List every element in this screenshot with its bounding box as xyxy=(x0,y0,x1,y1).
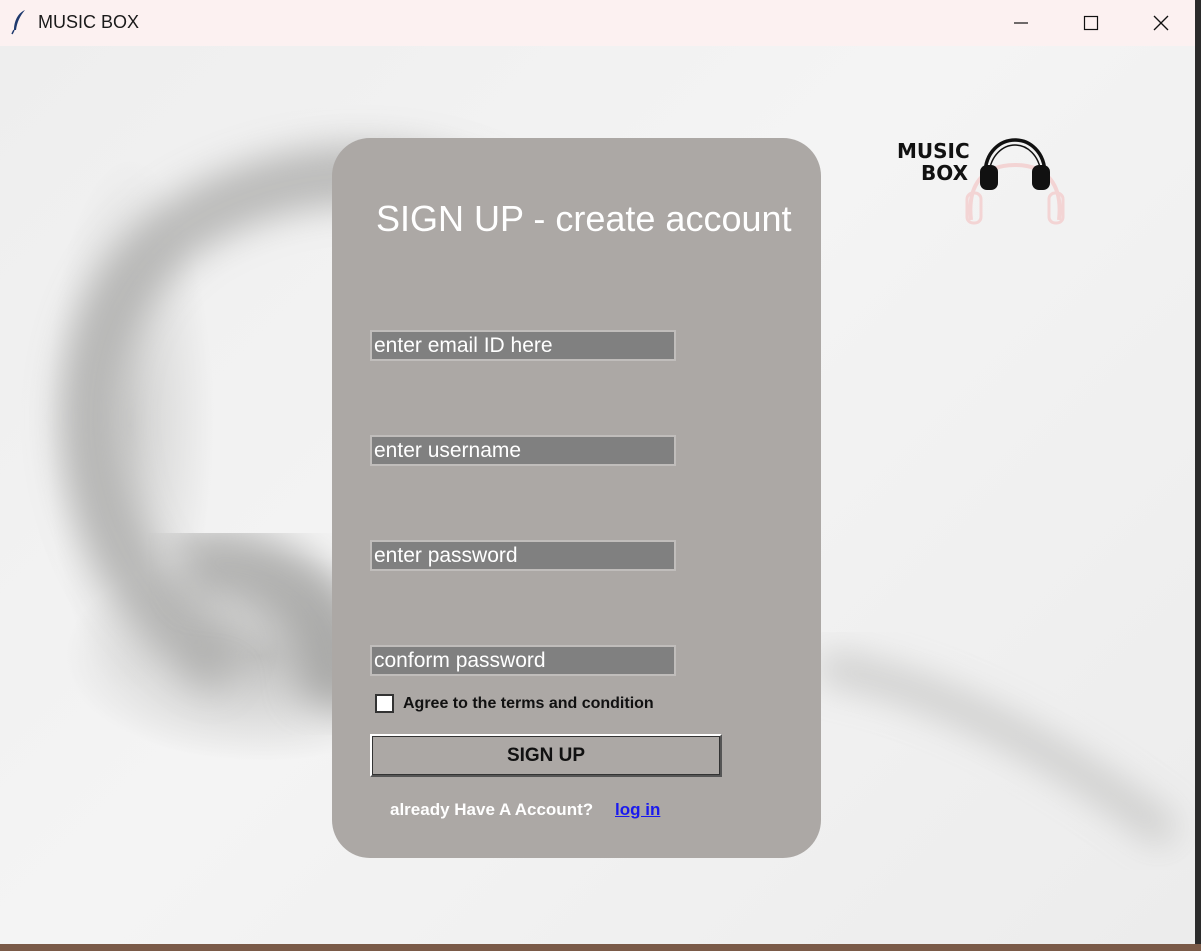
headphones-icon xyxy=(965,138,1065,225)
confirm-password-field[interactable] xyxy=(370,645,676,676)
form-title: SIGN UP - create account xyxy=(376,198,792,239)
close-button[interactable] xyxy=(1126,0,1195,46)
signup-button[interactable]: SIGN UP xyxy=(370,734,722,777)
username-field[interactable] xyxy=(370,435,676,466)
login-link[interactable]: log in xyxy=(615,800,660,820)
taskbar-strip xyxy=(0,944,1201,951)
minimize-button[interactable] xyxy=(986,0,1056,46)
maximize-icon xyxy=(1083,15,1099,31)
minimize-icon xyxy=(1014,22,1028,24)
email-field[interactable] xyxy=(370,330,676,361)
window-title: MUSIC BOX xyxy=(38,12,140,32)
close-icon xyxy=(1153,15,1169,31)
maximize-button[interactable] xyxy=(1056,0,1126,46)
music-box-logo: MUSIC BOX xyxy=(897,135,1067,230)
terms-checkbox[interactable] xyxy=(375,694,394,713)
signup-button-label: SIGN UP xyxy=(506,744,586,766)
window-edge xyxy=(1195,0,1201,951)
terms-row: Agree to the terms and condition xyxy=(375,694,654,713)
title-bar: MUSIC BOX xyxy=(0,0,1195,46)
signup-card: SIGN UP - create account Agree to the te… xyxy=(332,138,821,858)
app-window: MUSIC BOX SIGN UP - create account Agre xyxy=(0,0,1195,944)
logo-line-2: BOX xyxy=(921,161,968,185)
feather-icon xyxy=(10,9,30,35)
logo-line-1: MUSIC xyxy=(897,139,970,163)
already-account-text: already Have A Account? xyxy=(390,800,594,819)
password-field[interactable] xyxy=(370,540,676,571)
terms-label: Agree to the terms and condition xyxy=(403,694,654,712)
